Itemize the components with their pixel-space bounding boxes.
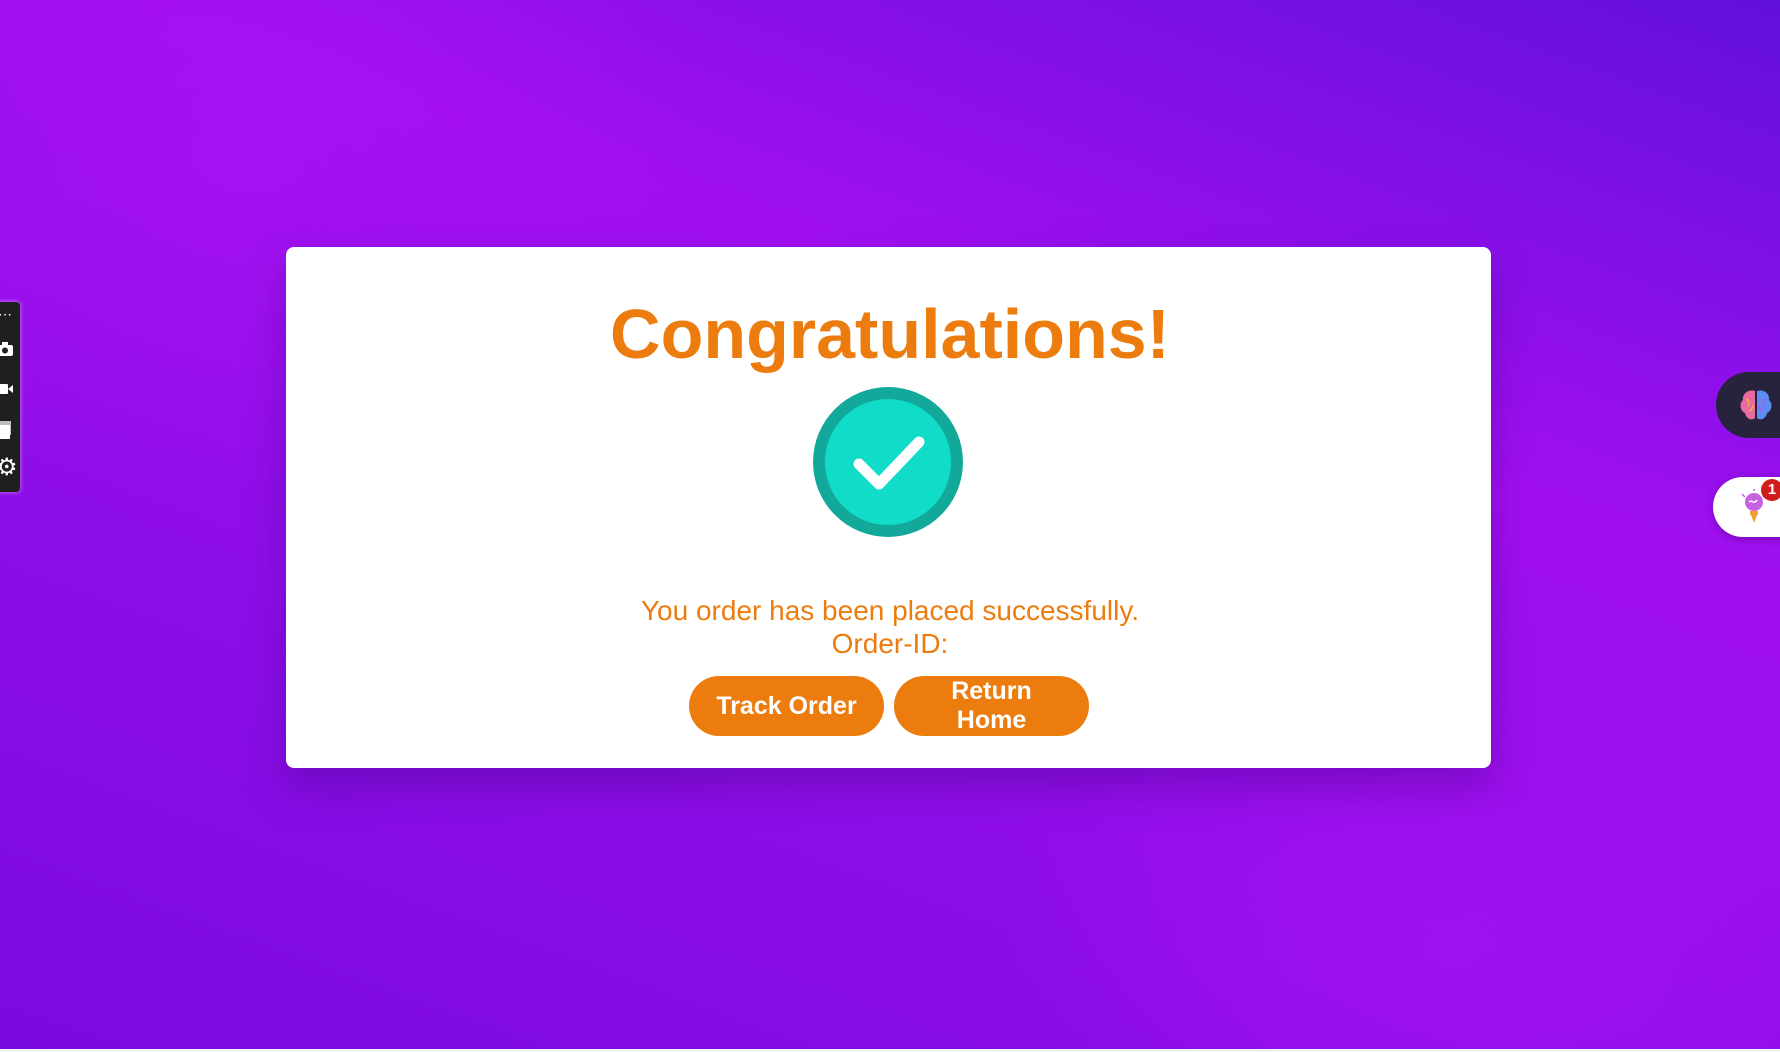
action-buttons: Track Order Return Home — [689, 676, 1089, 736]
notification-badge: 1 — [1761, 479, 1780, 501]
idea-widget-button[interactable]: 1 — [1713, 477, 1780, 537]
track-order-button[interactable]: Track Order — [689, 676, 884, 736]
order-success-message: You order has been placed successfully. … — [0, 594, 1780, 660]
copy-icon[interactable] — [0, 420, 14, 444]
success-text: You order has been placed successfully. — [640, 595, 1140, 626]
brain-icon — [1740, 390, 1772, 420]
brain-widget-button[interactable] — [1716, 372, 1780, 438]
success-check-icon — [813, 387, 963, 537]
page-title: Congratulations! — [610, 295, 1170, 373]
order-id-label: Order-ID: — [831, 628, 949, 659]
video-icon[interactable] — [0, 380, 14, 402]
return-home-button[interactable]: Return Home — [894, 676, 1089, 736]
settings-icon[interactable]: ⚙ — [0, 456, 18, 480]
